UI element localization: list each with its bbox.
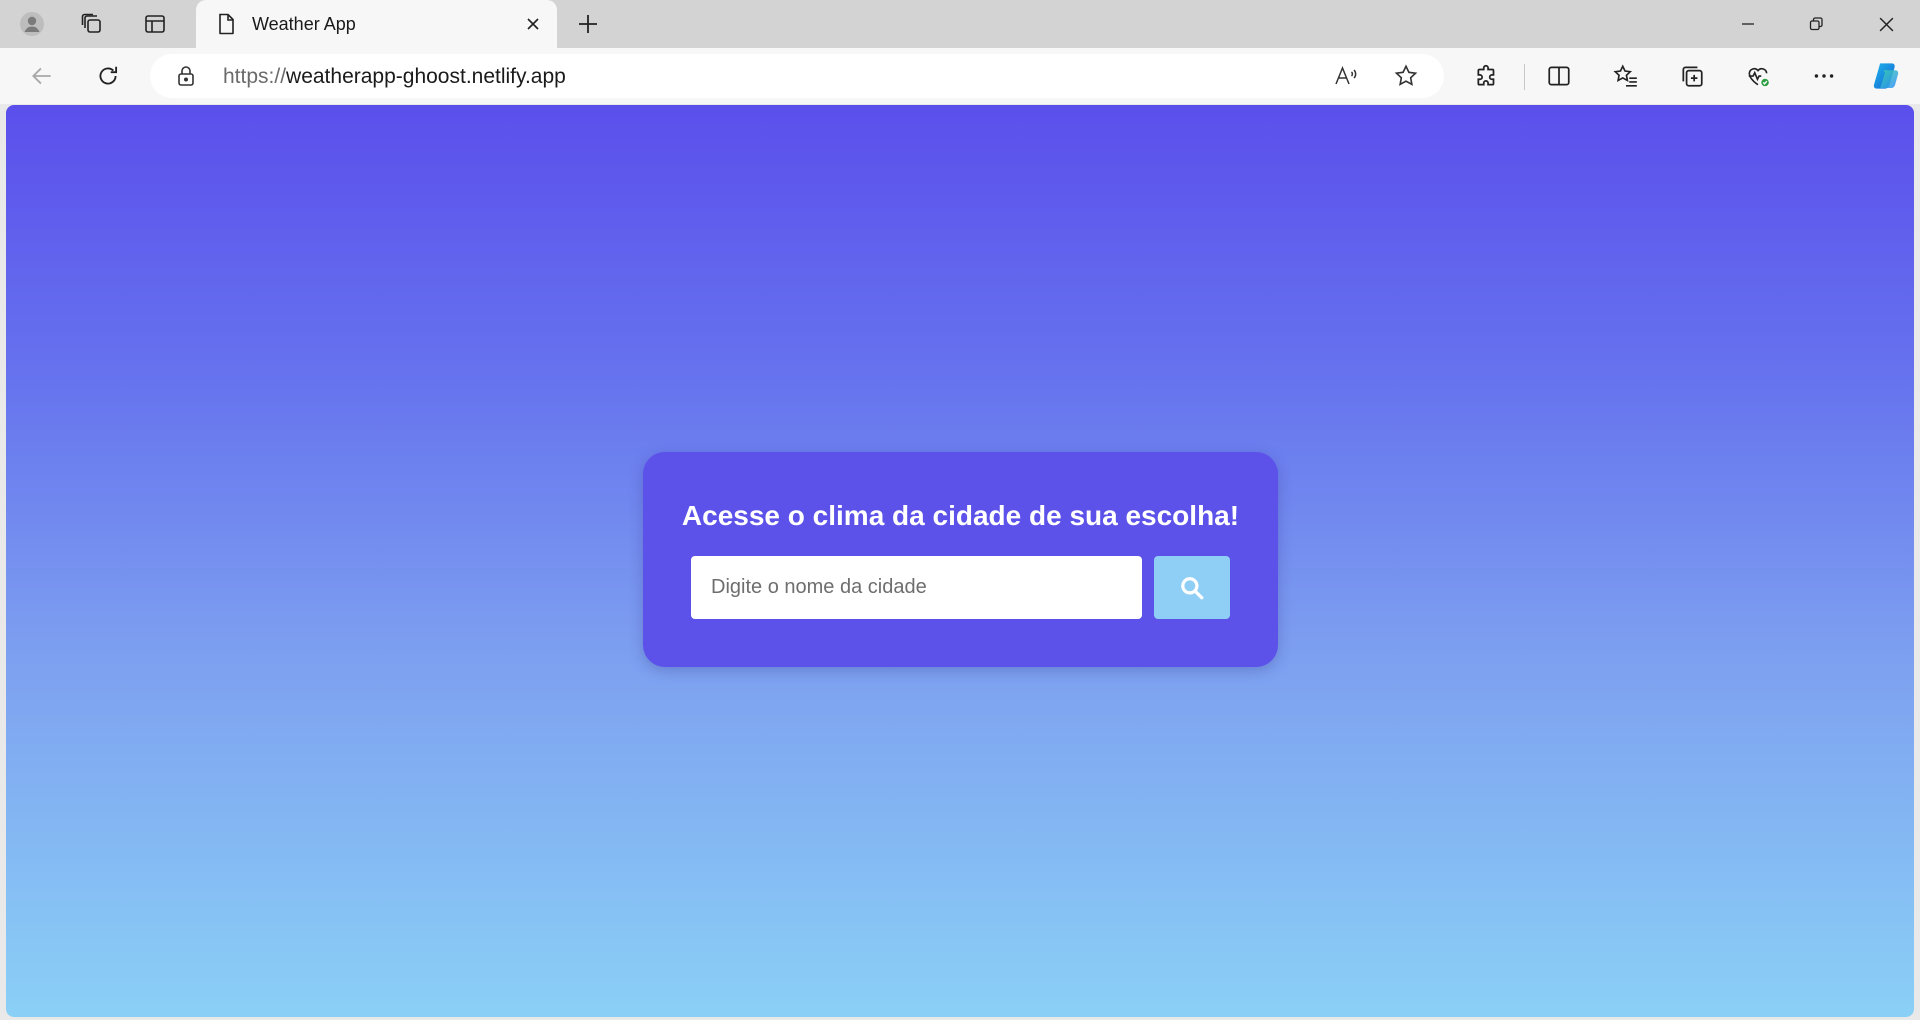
page-title: Acesse o clima da cidade de sua escolha!: [681, 500, 1240, 531]
page-icon: [219, 13, 234, 35]
browser-toolbar: https://weatherapp-ghoost.netlify.app: [0, 48, 1920, 104]
read-aloud-icon: [1335, 66, 1357, 85]
favorites-button[interactable]: [1604, 56, 1648, 96]
collections-icon: [1682, 66, 1703, 87]
close-icon: [1879, 17, 1893, 31]
copilot-button[interactable]: [1864, 56, 1908, 96]
refresh-icon: [99, 66, 118, 85]
ellipsis-icon: [1814, 74, 1834, 78]
tab-title: Weather App: [252, 14, 356, 34]
minimize-button[interactable]: [1714, 0, 1782, 48]
page-viewport: Acesse o clima da cidade de sua escolha!: [6, 105, 1914, 1017]
back-arrow-icon: [32, 67, 51, 85]
city-search-input[interactable]: [691, 556, 1142, 619]
tab-close-button[interactable]: [519, 10, 547, 38]
copilot-icon: [1873, 63, 1899, 89]
add-favorite-button[interactable]: [1388, 60, 1424, 92]
address-bar[interactable]: https://weatherapp-ghoost.netlify.app: [150, 54, 1444, 98]
url-host: weatherapp-ghoost.netlify.app: [286, 65, 566, 88]
lock-icon[interactable]: [174, 64, 198, 88]
split-screen-icon: [1548, 66, 1570, 86]
search-button[interactable]: [1154, 556, 1230, 619]
vertical-tabs-icon[interactable]: [135, 6, 175, 42]
star-icon: [1394, 64, 1418, 86]
search-card: Acesse o clima da cidade de sua escolha!: [643, 452, 1278, 667]
search-icon: [1181, 576, 1204, 599]
read-aloud-button[interactable]: [1328, 60, 1364, 92]
plus-icon: [579, 15, 597, 33]
refresh-button[interactable]: [86, 56, 130, 96]
puzzle-icon: [1477, 64, 1495, 86]
close-icon: [527, 18, 539, 30]
restore-button[interactable]: [1782, 0, 1850, 48]
profile-avatar-icon[interactable]: [12, 6, 52, 42]
toolbar-divider: [1524, 64, 1525, 90]
tab-strip: Weather App: [0, 0, 1920, 48]
browser-essentials-button[interactable]: [1736, 56, 1780, 96]
minimize-icon: [1742, 23, 1754, 25]
favorites-list-icon: [1613, 64, 1637, 87]
collections-button[interactable]: [1670, 56, 1714, 96]
tab-weather-app[interactable]: Weather App: [196, 0, 557, 48]
split-screen-button[interactable]: [1537, 56, 1581, 96]
workspaces-icon[interactable]: [72, 6, 112, 42]
back-button[interactable]: [20, 56, 64, 96]
url-text[interactable]: https://weatherapp-ghoost.netlify.app: [223, 65, 566, 89]
url-scheme: https://: [223, 65, 287, 88]
restore-icon: [1809, 17, 1823, 31]
extensions-button[interactable]: [1465, 56, 1509, 96]
close-window-button[interactable]: [1852, 0, 1920, 48]
more-button[interactable]: [1802, 56, 1846, 96]
new-tab-button[interactable]: [568, 6, 608, 42]
heart-pulse-icon: [1748, 67, 1770, 88]
